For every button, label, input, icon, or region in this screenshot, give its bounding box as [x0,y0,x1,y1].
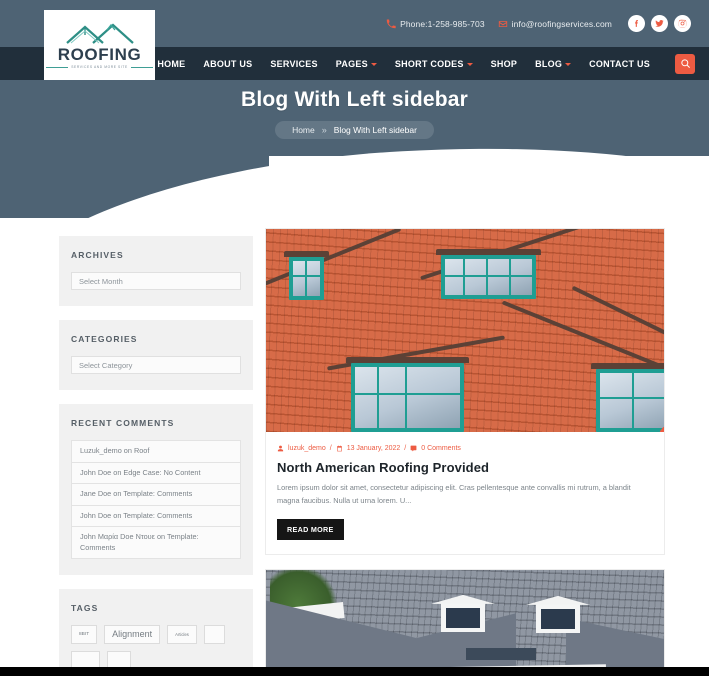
post-excerpt: Lorem ipsum dolor sit amet, consectetur … [277,483,631,505]
breadcrumb-home[interactable]: Home [292,125,315,135]
post-card: luzuk_demo / 13 January, 2022 / 0 Commen… [265,228,665,555]
nav-item-blog[interactable]: BLOG [526,59,580,69]
widget-title-archives: ARCHIVES [71,250,124,260]
post-comment-count[interactable]: 0 Comments [421,445,461,452]
post-title[interactable]: North American Roofing Provided [277,460,653,475]
comment-icon [410,445,417,452]
instagram-icon[interactable] [674,15,691,32]
nav-label: ABOUT US [203,58,253,69]
list-item[interactable]: Luzuk_demo on Roof [72,441,240,463]
read-more-button[interactable]: READ MORE [277,518,344,540]
nav-item-about-us[interactable]: ABOUT US [194,59,261,69]
email-text: info@roofingservices.com [511,18,612,29]
nav-label: PAGES [335,58,368,69]
meta-sep: / [329,445,332,452]
phone-text: Phone:1-258-985-703 [400,18,485,29]
post-featured-image[interactable] [266,229,664,432]
widget-tags: TAGS 8BIT Alignment Articles [59,589,253,676]
contact-group: Phone:1-258-985-703 info@roofingservices… [386,19,612,29]
widget-title-categories: CATEGORIES [71,334,138,344]
page-title: Blog With Left sidebar [240,88,469,111]
roof-logo-icon [65,23,134,44]
widget-title-tags: TAGS [71,603,99,614]
content-area: ARCHIVES Select Month CATEGORIES Select … [0,228,709,676]
list-item[interactable]: John Doe on Template: Comments [72,506,240,528]
meta-sep: / [404,445,407,452]
nav-item-shop[interactable]: SHOP [482,59,527,69]
facebook-icon[interactable] [628,15,645,32]
search-icon [680,59,690,68]
dormer-window [346,357,469,432]
categories-select[interactable]: Select Category [71,356,241,374]
post-author[interactable]: luzuk_demo [288,445,326,452]
chevron-down-icon [370,63,377,66]
tag-cloud: 8BIT Alignment Articles [71,625,241,671]
nav-list: HOME ABOUT US SERVICES PAGES SHORT CODES… [148,59,659,69]
list-item[interactable]: John Doe on Edge Case: No Content [72,463,240,485]
recent-comments-list: Luzuk_demo on Roof John Doe on Edge Case… [71,440,241,560]
nav-item-pages[interactable]: PAGES [327,59,386,69]
dormer-window [591,363,664,432]
nav-item-contact-us[interactable]: CONTACT US [580,59,659,69]
widget-title-recent-comments: RECENT COMMENTS [71,418,175,428]
nav-label: CONTACT US [589,58,650,69]
tag-item-placeholder[interactable] [203,625,226,645]
dormer-window [536,602,580,633]
list-item[interactable]: Jane Doe on Template: Comments [72,484,240,506]
logo-tagline-row: SERVICES AND MORE SITE [44,65,155,69]
dormer-window [441,601,485,632]
archives-select[interactable]: Select Month [71,272,241,290]
nav-item-services[interactable]: SERVICES [261,59,326,69]
nav-label: HOME [157,58,186,69]
site-logo[interactable]: ROOFING SERVICES AND MORE SITE [44,10,155,80]
page-bottom-strip [0,667,709,676]
tag-item[interactable]: Articles [167,625,197,645]
post-featured-image[interactable] [266,569,664,676]
nav-item-short-codes[interactable]: SHORT CODES [386,59,482,69]
post-list: luzuk_demo / 13 January, 2022 / 0 Commen… [265,228,665,676]
page-root: Phone:1-258-985-703 info@roofingservices… [0,0,709,676]
logo-rule-left [46,66,69,68]
dormer-window [436,249,541,299]
post-body: luzuk_demo / 13 January, 2022 / 0 Commen… [266,432,664,554]
chevron-down-icon [565,63,572,66]
post-date: 13 January, 2022 [346,445,401,452]
breadcrumb: Home » Blog With Left sidebar [275,121,434,139]
tag-item[interactable]: 8BIT [71,625,98,645]
widget-archives: ARCHIVES Select Month [59,236,253,306]
nav-label: SERVICES [270,58,318,69]
search-button[interactable] [675,53,695,74]
breadcrumb-current: Blog With Left sidebar [333,125,417,135]
tag-item[interactable]: Alignment [104,625,161,645]
logo-tagline: SERVICES AND MORE SITE [71,65,128,69]
categories-select-value: Select Category [79,360,133,370]
nav-item-home[interactable]: HOME [148,59,194,69]
social-links [628,15,691,32]
nav-label: BLOG [535,58,563,69]
post-card [265,568,665,676]
phone-icon [386,19,396,29]
post-meta: luzuk_demo / 13 January, 2022 / 0 Commen… [277,445,653,452]
twitter-icon[interactable] [651,15,668,32]
widget-categories: CATEGORIES Select Category [59,320,253,390]
nav-label: SHORT CODES [394,58,464,69]
logo-rule-right [130,66,153,68]
logo-wordmark: ROOFING [57,45,142,64]
phone-contact[interactable]: Phone:1-258-985-703 [386,19,485,29]
hero-text-block: Blog With Left sidebar Home » Blog With … [0,88,709,139]
sidebar: ARCHIVES Select Month CATEGORIES Select … [59,236,253,676]
envelope-icon [498,19,508,29]
chevron-down-icon [466,63,473,66]
roof-vent [466,647,536,660]
dormer-window [284,251,329,300]
widget-recent-comments: RECENT COMMENTS Luzuk_demo on Roof John … [59,404,253,576]
user-icon [277,445,284,452]
calendar-icon [336,445,342,452]
list-item[interactable]: John Μαρία Doe Ντουε on Template: Commen… [72,527,240,560]
email-contact[interactable]: info@roofingservices.com [498,19,612,29]
breadcrumb-separator: » [321,125,327,135]
nav-label: SHOP [490,58,518,69]
archives-select-value: Select Month [79,276,123,286]
